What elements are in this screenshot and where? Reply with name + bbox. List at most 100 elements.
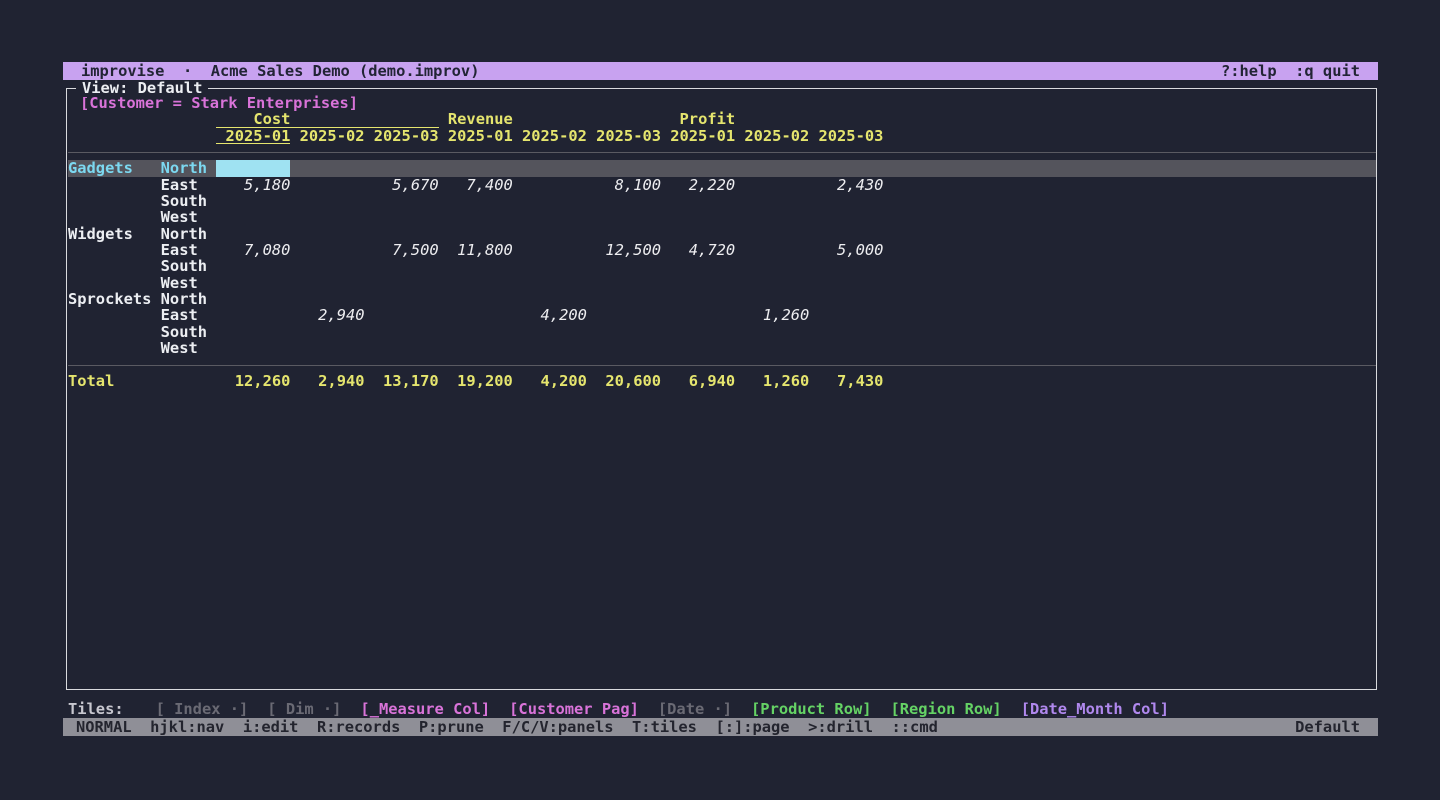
region-label[interactable]: North bbox=[161, 160, 217, 176]
pivot-cell[interactable] bbox=[809, 291, 883, 307]
pivot-cell[interactable] bbox=[735, 291, 809, 307]
pivot-cell[interactable]: 7,400 bbox=[439, 177, 513, 193]
pivot-row[interactable]: South bbox=[68, 193, 1376, 209]
pivot-cell[interactable] bbox=[735, 209, 809, 225]
pivot-cell[interactable] bbox=[513, 324, 587, 340]
pivot-cell[interactable] bbox=[513, 275, 587, 291]
pivot-cell[interactable] bbox=[439, 258, 513, 274]
pivot-cell[interactable] bbox=[365, 193, 439, 209]
pivot-cell[interactable] bbox=[439, 340, 513, 356]
pivot-cell[interactable] bbox=[216, 209, 290, 225]
tile-region[interactable]: [Region Row] bbox=[891, 701, 1002, 718]
pivot-cell[interactable] bbox=[661, 226, 735, 242]
pivot-cell[interactable] bbox=[290, 177, 364, 193]
pivot-cell[interactable] bbox=[587, 209, 661, 225]
pivot-cell[interactable] bbox=[735, 177, 809, 193]
pivot-cell[interactable] bbox=[587, 307, 661, 323]
pivot-cell[interactable] bbox=[587, 291, 661, 307]
pivot-cell[interactable]: 2,940 bbox=[290, 307, 364, 323]
tile-customer[interactable]: [Customer Pag] bbox=[509, 701, 639, 718]
pivot-cell[interactable] bbox=[439, 291, 513, 307]
month-header-cell[interactable]: 2025-03 bbox=[365, 128, 439, 144]
pivot-cell[interactable] bbox=[365, 226, 439, 242]
pivot-row[interactable]: East7,0807,50011,80012,5004,7205,000 bbox=[68, 242, 1376, 258]
pivot-cell[interactable] bbox=[587, 258, 661, 274]
region-label[interactable]: West bbox=[161, 340, 217, 356]
pivot-cell[interactable]: 5,000 bbox=[809, 242, 883, 258]
pivot-cell[interactable] bbox=[661, 160, 735, 176]
pivot-cell[interactable]: 8,100 bbox=[587, 177, 661, 193]
pivot-cell[interactable] bbox=[513, 226, 587, 242]
region-label[interactable]: East bbox=[161, 307, 217, 323]
pivot-cell[interactable]: 5,670 bbox=[365, 177, 439, 193]
month-header-cell[interactable]: 2025-03 bbox=[809, 128, 883, 144]
pivot-cell[interactable] bbox=[513, 242, 587, 258]
pivot-cell[interactable] bbox=[587, 340, 661, 356]
pivot-cell[interactable] bbox=[809, 193, 883, 209]
pivot-row[interactable]: South bbox=[68, 324, 1376, 340]
pivot-cell[interactable] bbox=[513, 258, 587, 274]
region-label[interactable]: West bbox=[161, 209, 217, 225]
month-header-cell[interactable]: 2025-02 bbox=[290, 128, 364, 144]
filter-chip[interactable]: [Customer = Stark Enterprises] bbox=[80, 95, 358, 111]
tile-index[interactable]: [ Index ·] bbox=[156, 701, 249, 718]
pivot-cell[interactable] bbox=[365, 258, 439, 274]
pivot-cell[interactable] bbox=[661, 307, 735, 323]
pivot-cell[interactable] bbox=[809, 340, 883, 356]
pivot-cell[interactable] bbox=[661, 340, 735, 356]
pivot-cell[interactable] bbox=[290, 160, 364, 176]
product-label[interactable] bbox=[68, 340, 161, 356]
month-header-cell[interactable]: 2025-01 bbox=[216, 128, 290, 144]
pivot-cell[interactable] bbox=[735, 193, 809, 209]
pivot-cell[interactable] bbox=[587, 324, 661, 340]
pivot-cell[interactable] bbox=[513, 193, 587, 209]
pivot-cell[interactable] bbox=[365, 275, 439, 291]
pivot-cell[interactable] bbox=[809, 275, 883, 291]
measure-header-revenue[interactable]: Revenue bbox=[439, 111, 661, 127]
pivot-cell[interactable]: 5,180 bbox=[216, 177, 290, 193]
pivot-cell[interactable] bbox=[290, 291, 364, 307]
pivot-cell[interactable] bbox=[809, 324, 883, 340]
pivot-cell[interactable] bbox=[439, 160, 513, 176]
product-label[interactable]: Sprockets bbox=[68, 291, 161, 307]
pivot-cell[interactable]: 2,430 bbox=[809, 177, 883, 193]
pivot-cell[interactable] bbox=[735, 242, 809, 258]
pivot-cell[interactable] bbox=[735, 226, 809, 242]
tile-date[interactable]: [Date ·] bbox=[658, 701, 732, 718]
pivot-cell[interactable] bbox=[365, 307, 439, 323]
pivot-cell[interactable] bbox=[290, 193, 364, 209]
pivot-row[interactable]: WidgetsNorth bbox=[68, 226, 1376, 242]
pivot-cell[interactable] bbox=[216, 226, 290, 242]
pivot-cell[interactable] bbox=[290, 242, 364, 258]
product-label[interactable] bbox=[68, 209, 161, 225]
pivot-cell[interactable] bbox=[809, 209, 883, 225]
product-label[interactable] bbox=[68, 242, 161, 258]
pivot-cell[interactable] bbox=[661, 324, 735, 340]
pivot-cell[interactable] bbox=[290, 340, 364, 356]
pivot-cell[interactable]: 2,220 bbox=[661, 177, 735, 193]
pivot-cell[interactable] bbox=[735, 340, 809, 356]
region-label[interactable]: West bbox=[161, 275, 217, 291]
pivot-row[interactable]: East2,9404,2001,260 bbox=[68, 307, 1376, 323]
pivot-cell[interactable] bbox=[216, 275, 290, 291]
pivot-cell[interactable] bbox=[439, 209, 513, 225]
pivot-cell[interactable] bbox=[365, 209, 439, 225]
region-label[interactable]: East bbox=[161, 242, 217, 258]
month-header-cell[interactable]: 2025-03 bbox=[587, 128, 661, 144]
pivot-cell[interactable] bbox=[365, 160, 439, 176]
tile-dim[interactable]: [ Dim ·] bbox=[267, 701, 341, 718]
tile-measure[interactable]: [_Measure Col] bbox=[360, 701, 490, 718]
region-label[interactable]: South bbox=[161, 193, 217, 209]
product-label[interactable] bbox=[68, 275, 161, 291]
month-header-cell[interactable]: 2025-02 bbox=[513, 128, 587, 144]
pivot-cell[interactable] bbox=[587, 193, 661, 209]
pivot-cell[interactable] bbox=[513, 160, 587, 176]
pivot-cell[interactable]: 4,720 bbox=[661, 242, 735, 258]
pivot-cell[interactable] bbox=[809, 258, 883, 274]
product-label[interactable] bbox=[68, 193, 161, 209]
pivot-cell[interactable] bbox=[365, 291, 439, 307]
region-label[interactable]: North bbox=[161, 226, 217, 242]
pivot-cell[interactable] bbox=[439, 226, 513, 242]
pivot-row[interactable]: West bbox=[68, 340, 1376, 356]
pivot-cell[interactable] bbox=[216, 193, 290, 209]
